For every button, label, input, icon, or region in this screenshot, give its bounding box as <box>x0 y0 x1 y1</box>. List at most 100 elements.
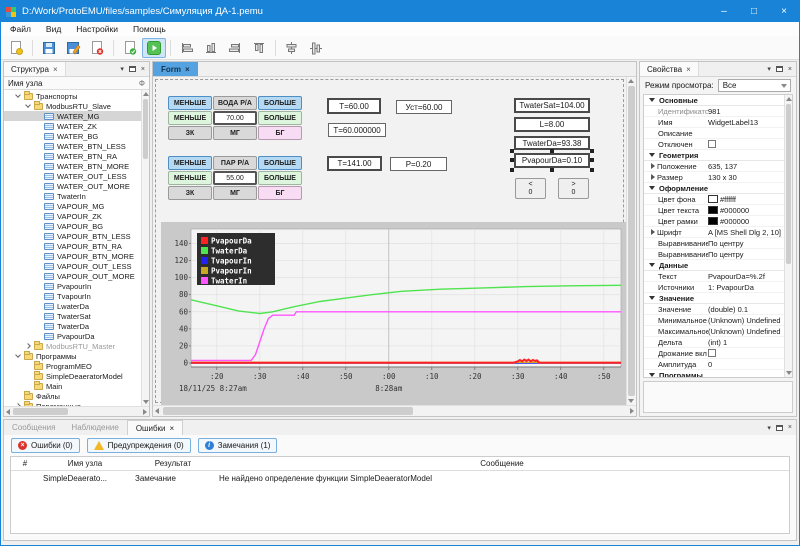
steam-btn-0-0[interactable]: МЕНЬШЕ <box>168 156 212 170</box>
tree-item-WATER_ZK[interactable]: WATER_ZK <box>4 121 141 131</box>
label-twater-da[interactable]: TwaterDa=93.38 <box>514 136 590 150</box>
water-btn-0-1[interactable]: ВОДА Р/А <box>213 96 257 110</box>
steam-btn-0-2[interactable]: БОЛЬШЕ <box>258 156 302 170</box>
tree-item-LwaterDa[interactable]: LwaterDa <box>4 301 141 311</box>
tree-item-Main[interactable]: Main <box>4 381 141 391</box>
tree-item-VAPOUR_BTN_MORE[interactable]: VAPOUR_BTN_MORE <box>4 251 141 261</box>
minimize-button[interactable]: – <box>709 1 739 22</box>
tab-Сообщения[interactable]: Сообщения <box>4 420 63 435</box>
panel-menu-icon[interactable]: ▾ <box>120 65 124 73</box>
col-header[interactable]: # <box>11 457 39 470</box>
filter-error-button[interactable]: ×Ошибки (0) <box>11 438 80 453</box>
water-btn-1-0[interactable]: МЕНЬШЕ <box>168 111 212 125</box>
prop-row-Цвет фона[interactable]: Цвет фона#ffffff <box>644 194 784 205</box>
tree-item-VAPOUR_BTN_RA[interactable]: VAPOUR_BTN_RA <box>4 241 141 251</box>
panel-close-icon[interactable]: × <box>141 66 145 73</box>
tree-item-WATER_OUT_MORE[interactable]: WATER_OUT_MORE <box>4 181 141 191</box>
filter-icon[interactable]: Ф <box>139 79 145 88</box>
view-mode-select[interactable]: Все <box>718 79 791 92</box>
tree-item-VAPOUR_OUT_LESS[interactable]: VAPOUR_OUT_LESS <box>4 261 141 271</box>
tree-column-header[interactable]: Имя узла Ф <box>4 77 149 90</box>
prop-section-Программы[interactable]: Программы <box>644 370 784 377</box>
tree-item-WATER_BG[interactable]: WATER_BG <box>4 131 141 141</box>
distribute-h-icon[interactable] <box>280 38 304 58</box>
col-header[interactable]: Сообщение <box>215 457 789 470</box>
tree-item-VAPOUR_BG[interactable]: VAPOUR_BG <box>4 221 141 231</box>
tab-structure[interactable]: Структура × <box>4 62 66 76</box>
new-file-button[interactable] <box>4 38 28 58</box>
steam-btn-1-2[interactable]: БОЛЬШЕ <box>258 171 302 185</box>
tree-item-WATER_MG[interactable]: WATER_MG <box>4 111 141 121</box>
filter-info-button[interactable]: iЗамечания (1) <box>198 438 278 453</box>
tree-item-VAPOUR_BTN_LESS[interactable]: VAPOUR_BTN_LESS <box>4 231 141 241</box>
trend-chart[interactable]: 020406080100120140:20:30:40:50:00:10:20:… <box>161 222 626 405</box>
water-btn-2-2[interactable]: БГ <box>258 126 302 140</box>
prop-row-Описание[interactable]: Описание <box>644 128 784 139</box>
canvas-vscrollbar[interactable] <box>626 77 636 405</box>
steam-btn-0-1[interactable]: ПАР Р/А <box>213 156 257 170</box>
water-btn-2-1[interactable]: МГ <box>213 126 257 140</box>
water-btn-1-1[interactable]: 70.00 <box>213 111 257 125</box>
steam-btn-1-1[interactable]: 55.00 <box>213 171 257 185</box>
prop-row-Размер[interactable]: Размер130 x 30 <box>644 172 784 183</box>
tab-Наблюдение[interactable]: Наблюдение <box>63 420 126 435</box>
props-vscrollbar[interactable] <box>784 95 792 377</box>
menu-Помощь[interactable]: Помощь <box>133 24 166 34</box>
align-left-icon[interactable] <box>175 38 199 58</box>
menu-Настройки[interactable]: Настройки <box>76 24 118 34</box>
tree-item-VAPOUR_ZK[interactable]: VAPOUR_ZK <box>4 211 141 221</box>
tree-item-Программы[interactable]: Программы <box>4 351 141 361</box>
save-as-button[interactable] <box>61 38 85 58</box>
label-t-steam[interactable]: T=141.00 <box>327 156 382 171</box>
steam-btn-2-1[interactable]: МГ <box>213 186 257 200</box>
tree-item-WATER_BTN_MORE[interactable]: WATER_BTN_MORE <box>4 161 141 171</box>
save-button[interactable] <box>37 38 61 58</box>
bottom-menu-icon[interactable]: ▾ <box>767 424 771 432</box>
prop-row-Значение[interactable]: Значение(double) 0.1 <box>644 304 784 315</box>
distribute-v-icon[interactable] <box>304 38 328 58</box>
tree-hscrollbar[interactable] <box>4 406 149 416</box>
tree-item-Файлы[interactable]: Файлы <box>4 391 141 401</box>
prop-section-Оформление[interactable]: Оформление <box>644 183 784 194</box>
filter-warning-button[interactable]: Предупреждения (0) <box>87 438 191 453</box>
programs-list[interactable] <box>643 381 793 413</box>
steam-btn-1-0[interactable]: МЕНЬШЕ <box>168 171 212 185</box>
prop-row-Максимальное з...[interactable]: Максимальное з...(Unknown) Undefined <box>644 326 784 337</box>
prev-button[interactable]: < 0 <box>515 178 546 199</box>
canvas-hscrollbar[interactable] <box>153 405 636 416</box>
tree-item-TwaterDa[interactable]: TwaterDa <box>4 321 141 331</box>
prop-row-Выравнивание г...[interactable]: Выравнивание г...По центру <box>644 238 784 249</box>
prop-row-Идентификатор...[interactable]: Идентификатор...981 <box>644 106 784 117</box>
tree-item-WATER_BTN_LESS[interactable]: WATER_BTN_LESS <box>4 141 141 151</box>
tree-item-ProgramMEO[interactable]: ProgramMEO <box>4 361 141 371</box>
prop-section-Данные[interactable]: Данные <box>644 260 784 271</box>
col-header[interactable]: Имя узла <box>39 457 131 470</box>
prop-section-Основные[interactable]: Основные <box>644 95 784 106</box>
tree-item-TwaterIn[interactable]: TwaterIn <box>4 191 141 201</box>
menu-Файл[interactable]: Файл <box>10 24 31 34</box>
tab-Ошибки[interactable]: Ошибки× <box>127 420 183 435</box>
tree-item-TwaterSat[interactable]: TwaterSat <box>4 311 141 321</box>
prop-row-Выравнивание в...[interactable]: Выравнивание в...По центру <box>644 249 784 260</box>
steam-btn-2-0[interactable]: ЗК <box>168 186 212 200</box>
tree-item-VAPOUR_MG[interactable]: VAPOUR_MG <box>4 201 141 211</box>
next-button[interactable]: > 0 <box>558 178 589 199</box>
water-btn-2-0[interactable]: ЗК <box>168 126 212 140</box>
prop-row-Шрифт[interactable]: ШрифтA [MS Shell Dlg 2, 10] <box>644 227 784 238</box>
col-header[interactable]: Результат <box>131 457 215 470</box>
props-menu-icon[interactable]: ▾ <box>767 65 771 73</box>
tree-item-VAPOUR_OUT_MORE[interactable]: VAPOUR_OUT_MORE <box>4 271 141 281</box>
prop-row-Минимальное зн...[interactable]: Минимальное зн...(Unknown) Undefined <box>644 315 784 326</box>
label-twater-sat[interactable]: TwaterSat=104.00 <box>514 98 590 113</box>
tree-item-Транспорты[interactable]: Транспорты <box>4 91 141 101</box>
tree-item-WATER_OUT_LESS[interactable]: WATER_OUT_LESS <box>4 171 141 181</box>
tree-item-WATER_BTN_RA[interactable]: WATER_BTN_RA <box>4 151 141 161</box>
tab-properties[interactable]: Свойства × <box>640 62 699 76</box>
label-pvapour-da-selected[interactable]: PvapourDa=0.10 <box>514 153 590 168</box>
water-btn-0-2[interactable]: БОЛЬШЕ <box>258 96 302 110</box>
maximize-button[interactable]: □ <box>739 1 769 22</box>
bottom-close-icon[interactable]: × <box>788 424 792 431</box>
prop-row-Текст[interactable]: ТекстPvapourDa=%.2f <box>644 271 784 282</box>
tree-item-TvapourIn[interactable]: TvapourIn <box>4 291 141 301</box>
prop-row-Цвет рамки[interactable]: Цвет рамки#000000 <box>644 216 784 227</box>
